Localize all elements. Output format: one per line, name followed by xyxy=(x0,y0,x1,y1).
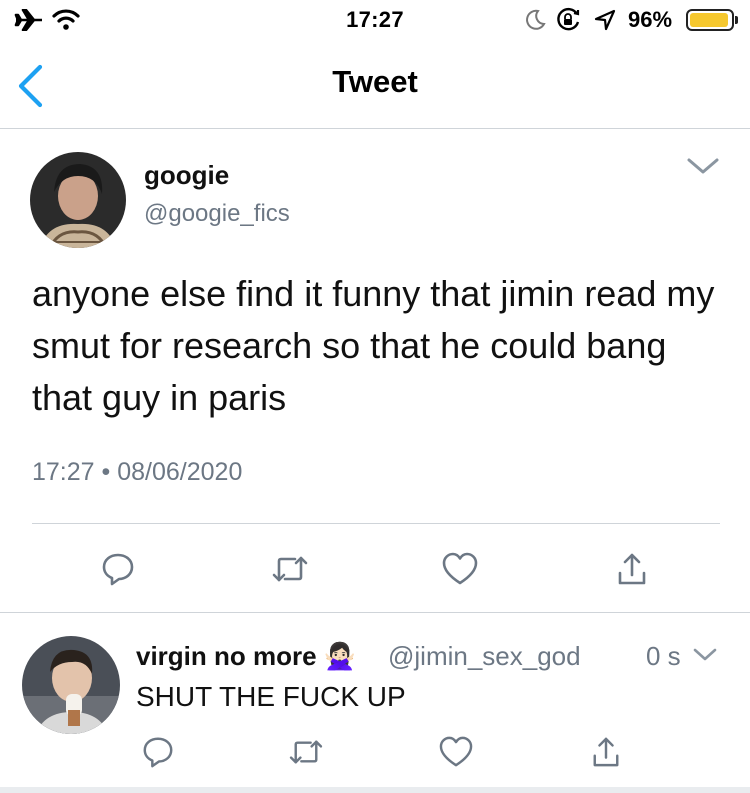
reply-like-button[interactable] xyxy=(434,730,478,774)
tweet-author-name[interactable]: googie xyxy=(144,160,229,191)
tweet-divider xyxy=(0,612,750,613)
battery-fill xyxy=(690,13,728,27)
reply-share-button[interactable] xyxy=(584,730,628,774)
reply-author-name[interactable]: virgin no more 🙅🏻‍♀️ xyxy=(136,641,356,672)
meta-divider xyxy=(32,523,720,524)
share-icon xyxy=(593,737,619,767)
status-bar: 17:27 96% xyxy=(0,0,750,40)
tweet-time: 17:27 xyxy=(32,458,95,486)
battery-icon xyxy=(686,9,734,31)
like-icon xyxy=(439,736,473,767)
like-button[interactable] xyxy=(438,547,482,591)
reply-avatar[interactable] xyxy=(22,636,120,734)
timestamp-separator: • xyxy=(101,458,111,486)
retweet-icon xyxy=(272,556,308,582)
page-title: Tweet xyxy=(332,64,418,99)
reply-icon xyxy=(143,737,173,768)
reply-author-handle[interactable]: @jimin_sex_god xyxy=(388,641,581,672)
like-icon xyxy=(442,552,478,585)
reply-retweet-button[interactable] xyxy=(284,730,328,774)
retweet-button[interactable] xyxy=(268,547,312,591)
bottom-edge xyxy=(0,787,750,793)
battery-tip xyxy=(735,16,738,24)
tweet-text: anyone else find it funny that jimin rea… xyxy=(32,273,715,418)
nav-divider xyxy=(0,128,750,129)
chevron-down-icon[interactable] xyxy=(686,156,720,176)
retweet-icon xyxy=(289,740,323,764)
moon-icon xyxy=(526,9,546,30)
reply-icon xyxy=(102,553,134,586)
share-button[interactable] xyxy=(610,547,654,591)
share-icon xyxy=(618,553,646,585)
reply-text: SHUT THE FUCK UP xyxy=(136,681,406,712)
location-icon xyxy=(594,9,616,31)
battery-percent: 96% xyxy=(628,7,673,32)
tweet-author-handle[interactable]: @googie_fics xyxy=(144,200,290,228)
reply-chevron-down-icon[interactable] xyxy=(692,646,718,664)
tweet-timestamp: 17:27 • 08/06/2020 xyxy=(32,458,242,487)
tweet-date: 08/06/2020 xyxy=(117,458,243,486)
rotation-lock-icon xyxy=(557,7,580,31)
reply-emoji: 🙅🏻‍♀️ xyxy=(323,641,357,671)
reply-button[interactable] xyxy=(96,547,140,591)
avatar[interactable] xyxy=(30,152,126,248)
reply-name-text: virgin no more xyxy=(136,641,317,671)
reply-reply-button[interactable] xyxy=(136,730,180,774)
reply-time: 0 s xyxy=(646,641,681,671)
